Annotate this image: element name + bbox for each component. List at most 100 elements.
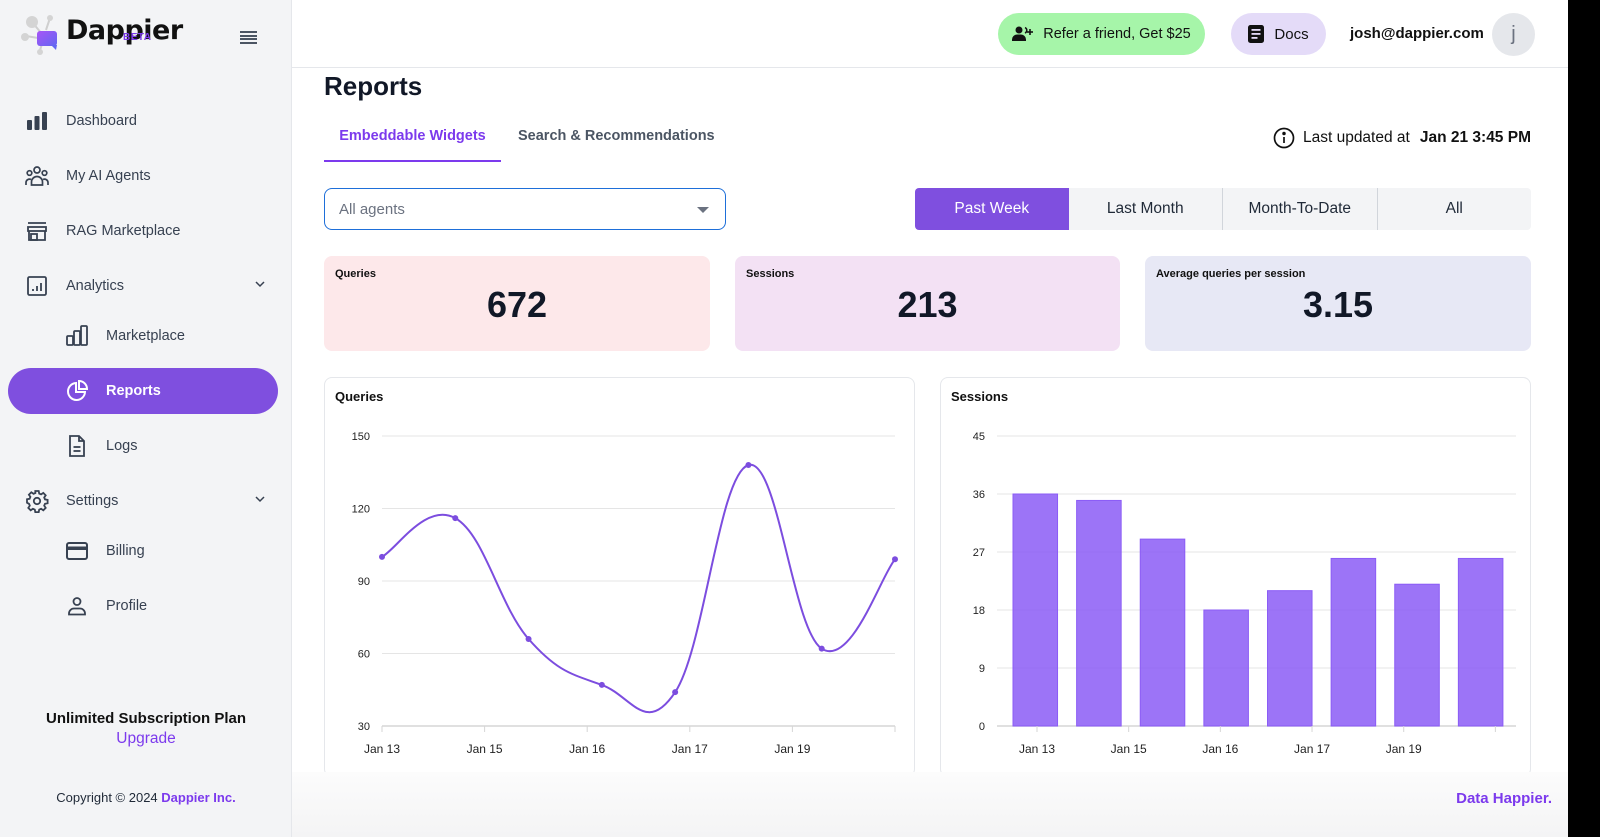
range-month-to-date[interactable]: Month-To-Date	[1223, 188, 1378, 230]
x-tick-label: Jan 16	[1202, 742, 1238, 756]
sidebar-item-label: Billing	[106, 543, 145, 559]
gear-icon	[25, 489, 49, 513]
avatar[interactable]: j	[1492, 13, 1535, 56]
bar	[1394, 583, 1440, 727]
sidebar-item-label: RAG Marketplace	[66, 223, 181, 239]
x-tick-label: Jan 15	[467, 742, 503, 756]
data-point	[892, 556, 898, 563]
x-tick-label: Jan 16	[569, 742, 605, 756]
sidebar-item-logs[interactable]: Logs	[8, 423, 278, 469]
sidebar: Dappier BETA Dashboard My AI Agents RAG …	[0, 0, 292, 837]
y-tick-label: 9	[979, 663, 985, 675]
x-tick-label: Jan 15	[1111, 742, 1147, 756]
x-tick-label: Jan 19	[774, 742, 810, 756]
info-icon	[1273, 127, 1295, 149]
subscription-plan: Unlimited Subscription Plan Upgrade	[0, 710, 292, 748]
x-tick-label: Jan 13	[1019, 742, 1055, 756]
data-point	[452, 515, 459, 522]
sidebar-item-label: Reports	[106, 383, 161, 399]
sidebar-item-label: Logs	[106, 438, 138, 454]
bar	[1330, 557, 1377, 727]
sidebar-item-rag-marketplace[interactable]: RAG Marketplace	[8, 208, 278, 254]
y-tick-label: 45	[973, 431, 985, 443]
x-tick-label: Jan 13	[364, 742, 400, 756]
stat-value: 213	[897, 284, 958, 325]
stat-card-queries: Queries 672	[324, 256, 710, 351]
agent-select[interactable]: All agents	[324, 188, 726, 230]
last-updated-label: Last updated at	[1302, 129, 1410, 146]
data-point	[525, 636, 532, 642]
analytics-icon	[25, 274, 49, 298]
last-updated: Last updated at Jan 21 3:45 PM	[1273, 127, 1531, 149]
data-point	[745, 462, 752, 468]
x-tick-label: Jan 17	[672, 742, 708, 756]
stat-label: Sessions	[746, 268, 795, 280]
queries-chart-card: Queries 30 60 90 120 150 Jan 13 Jan 15 Jan 16 Ja…	[324, 377, 915, 777]
sessions-bar-chart: 0 9 18 27 36 45 Jan 13 Jan 15 Jan 16 Jan 17 Jan 19	[973, 431, 1516, 756]
tab-search-recommendations[interactable]: Search & Recommendations	[518, 128, 715, 162]
x-tick-label: Jan 17	[1294, 742, 1330, 756]
stat-label: Queries	[335, 268, 376, 280]
window-edge	[1568, 0, 1600, 837]
bar	[1012, 493, 1059, 727]
logo[interactable]: Dappier	[20, 14, 183, 58]
range-all[interactable]: All	[1378, 188, 1532, 230]
stat-card-sessions: Sessions 213	[735, 256, 1120, 351]
tab-embeddable-widgets[interactable]: Embeddable Widgets	[324, 128, 501, 162]
stat-value: 3.15	[1302, 284, 1374, 325]
copyright-text: Copyright © 2024	[56, 790, 158, 805]
stat-value: 672	[486, 284, 548, 325]
chart-bars-icon	[65, 324, 89, 348]
y-tick-label: 18	[973, 605, 985, 617]
refer-label: Refer a friend, Get $25	[1043, 26, 1191, 42]
refer-friend-button[interactable]: Refer a friend, Get $25	[998, 13, 1205, 55]
bar	[1457, 557, 1504, 727]
docs-icon	[1248, 25, 1265, 43]
page-title: Reports	[324, 71, 423, 101]
sidebar-item-label: Marketplace	[106, 328, 185, 344]
stat-card-avg-queries: Average queries per session 3.15	[1145, 256, 1531, 351]
sidebar-item-reports[interactable]: Reports	[8, 368, 278, 414]
data-point	[379, 553, 385, 560]
user-icon	[65, 594, 89, 618]
sessions-chart-card: Sessions 0 9 18 27 36 45 Jan 13 Jan 15 Jan 16 Jan…	[940, 377, 1531, 777]
date-range-selector: Past Week Last Month Month-To-Date All	[915, 188, 1531, 230]
chevron-down-icon[interactable]	[254, 278, 266, 290]
upgrade-link[interactable]: Upgrade	[116, 730, 175, 748]
sidebar-item-profile[interactable]: Profile	[8, 583, 278, 629]
store-icon	[25, 219, 49, 243]
document-icon	[65, 434, 89, 458]
copyright: Copyright © 2024 Dappier Inc.	[0, 790, 292, 805]
agent-select-placeholder: All agents	[339, 200, 405, 218]
sidebar-item-dashboard[interactable]: Dashboard	[8, 98, 278, 144]
plan-title: Unlimited Subscription Plan	[45, 710, 247, 727]
y-tick-label: 150	[352, 431, 370, 443]
sidebar-item-label: Dashboard	[66, 113, 137, 129]
pie-chart-icon	[65, 379, 89, 403]
docs-button[interactable]: Docs	[1231, 13, 1326, 55]
queries-line	[381, 463, 896, 714]
bar	[1076, 499, 1122, 727]
sidebar-item-my-ai-agents[interactable]: My AI Agents	[8, 153, 278, 199]
last-updated-value: Jan 21 3:45 PM	[1419, 129, 1531, 146]
top-bar: Refer a friend, Get $25 Docs josh@dappie…	[292, 0, 1600, 68]
y-tick-label: 90	[358, 576, 370, 588]
sidebar-item-label: Analytics	[66, 278, 125, 294]
sidebar-item-billing[interactable]: Billing	[8, 528, 278, 574]
data-point	[672, 689, 679, 696]
sidebar-item-marketplace[interactable]: Marketplace	[8, 313, 278, 359]
hamburger-icon[interactable]	[240, 31, 257, 45]
queries-line-chart: 30 60 90 120 150 Jan 13 Jan 15 Jan 16 Jan 17 Jan …	[352, 431, 898, 756]
docs-label: Docs	[1274, 25, 1309, 43]
range-last-month[interactable]: Last Month	[1069, 188, 1223, 230]
x-tick-label: Jan 19	[1386, 742, 1422, 756]
user-plus-icon	[1012, 26, 1034, 41]
range-past-week[interactable]: Past Week	[915, 188, 1069, 230]
sidebar-item-analytics[interactable]: Analytics	[8, 263, 278, 309]
sidebar-item-settings[interactable]: Settings	[8, 478, 278, 524]
y-tick-label: 0	[979, 721, 985, 733]
sidebar-item-label: Profile	[106, 598, 148, 614]
chevron-down-icon[interactable]	[254, 493, 266, 505]
y-tick-label: 36	[973, 489, 985, 501]
company-link[interactable]: Dappier Inc.	[161, 790, 235, 805]
